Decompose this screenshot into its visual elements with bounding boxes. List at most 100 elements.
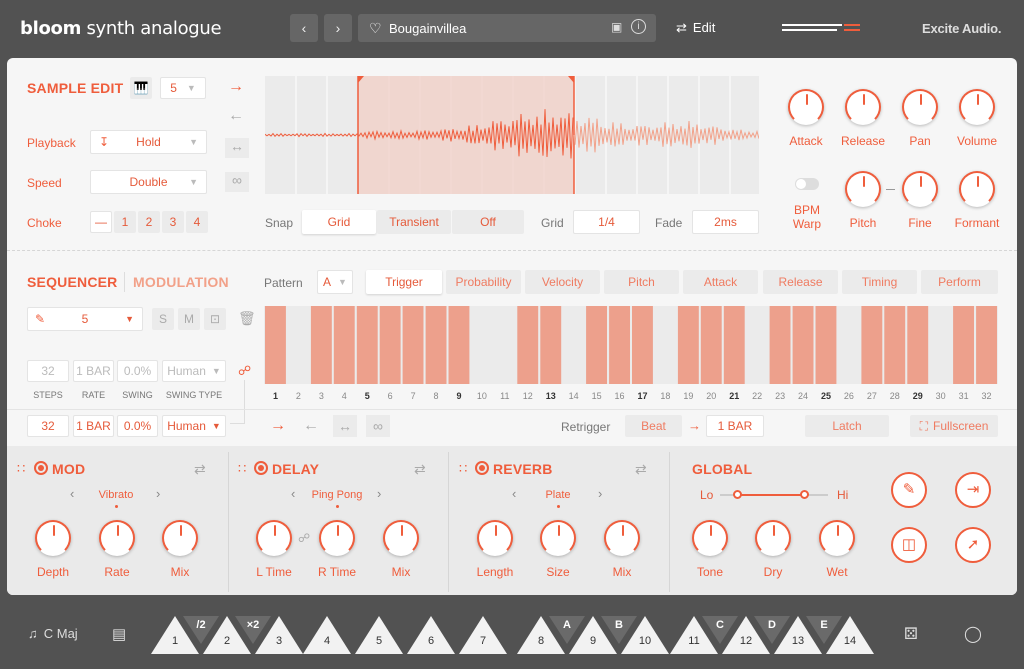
choke-option[interactable]: 3 (162, 211, 184, 233)
delay-power-icon[interactable] (254, 461, 268, 475)
pitch-knob[interactable] (845, 171, 881, 207)
step-16[interactable] (609, 306, 630, 384)
reverb-mix-knob[interactable] (604, 520, 640, 556)
step-31[interactable] (953, 306, 974, 384)
compass-icon[interactable]: ➚ (955, 527, 991, 563)
step-24[interactable] (792, 306, 814, 384)
step-26[interactable] (838, 306, 860, 384)
edit-button[interactable]: ⇄ Edit (676, 20, 715, 36)
wet-knob[interactable] (819, 520, 855, 556)
speaker-icon[interactable]: ◫ (891, 527, 927, 563)
mod-prev-icon[interactable]: ‹ (70, 486, 74, 501)
delay-mix-knob[interactable] (383, 520, 419, 556)
step-11[interactable] (494, 306, 516, 384)
choke-option[interactable]: 4 (186, 211, 208, 233)
choke-option[interactable]: — (90, 211, 112, 233)
play-forward-icon[interactable]: → (228, 78, 244, 96)
metronome-icon[interactable]: ◯ (964, 624, 982, 644)
tab-probability[interactable]: Probability (446, 270, 521, 294)
step-17[interactable] (632, 306, 653, 384)
speed-select[interactable]: Double ▼ (90, 170, 207, 194)
preset-selector[interactable]: ♡ Bougainvillea ▣ i (358, 14, 656, 42)
mod-power-icon[interactable] (34, 461, 48, 475)
snap-off-button[interactable]: Off (452, 210, 524, 234)
step-25[interactable] (815, 306, 837, 384)
release-knob[interactable] (845, 89, 881, 125)
step-27[interactable] (861, 306, 883, 384)
tab-pitch[interactable]: Pitch (604, 270, 679, 294)
snap-transient-button[interactable]: Transient (377, 210, 451, 234)
step-12[interactable] (517, 306, 539, 384)
delay-type[interactable]: Ping Pong (301, 489, 373, 501)
steps-input[interactable]: 32 (27, 415, 69, 437)
mod-type[interactable]: Vibrato (80, 489, 152, 501)
r-time-knob[interactable] (319, 520, 355, 556)
output-meter[interactable] (782, 24, 862, 32)
step-21[interactable] (723, 306, 745, 384)
playback-select[interactable]: ↧ Hold ▼ (90, 130, 207, 154)
fade-value[interactable]: 2ms (692, 210, 759, 234)
pan-knob[interactable] (902, 89, 938, 125)
step-18[interactable] (654, 306, 676, 384)
drag-handle-icon[interactable]: ∷ (459, 461, 467, 477)
reverb-type[interactable]: Plate (522, 489, 594, 501)
step-32[interactable] (976, 306, 997, 384)
choke-option[interactable]: 2 (138, 211, 160, 233)
solo-button[interactable]: S (152, 308, 174, 330)
step-30[interactable] (930, 306, 952, 384)
dry-knob[interactable] (755, 520, 791, 556)
voice-count-select[interactable]: 5 ▼ (160, 77, 206, 99)
bpm-warp-toggle[interactable] (795, 178, 819, 190)
pattern-select[interactable]: A ▼ (317, 270, 353, 294)
tab-perform[interactable]: Perform (921, 270, 998, 294)
choke-option[interactable]: 1 (114, 211, 136, 233)
keyboard-icon[interactable]: 🎹 (130, 77, 152, 99)
snap-grid-button[interactable]: Grid (302, 210, 376, 234)
waveform-display[interactable] (265, 76, 759, 194)
prev-preset-button[interactable]: ‹ (290, 14, 318, 42)
step-6[interactable] (379, 306, 401, 384)
info-icon[interactable]: i (631, 19, 646, 34)
export-icon[interactable]: ⇥ (955, 472, 991, 508)
step-19[interactable] (677, 306, 699, 384)
seq-forward-icon[interactable]: → (270, 417, 286, 435)
step-8[interactable] (425, 306, 447, 384)
delay-prev-icon[interactable]: ‹ (291, 486, 295, 501)
rate-knob[interactable] (99, 520, 135, 556)
humanize-icon[interactable]: ✎ (891, 472, 927, 508)
drag-handle-icon[interactable]: ∷ (238, 461, 246, 477)
swap-icon[interactable]: ⇄ (635, 461, 647, 478)
reverb-power-icon[interactable] (475, 461, 489, 475)
retrigger-select[interactable]: Beat (625, 415, 682, 437)
randomize-icon[interactable]: ⊡ (204, 308, 226, 330)
step-3[interactable] (310, 306, 332, 384)
save-icon[interactable]: ▣ (611, 20, 622, 34)
mod-mix-knob[interactable] (162, 520, 198, 556)
step-9[interactable] (448, 306, 470, 384)
key-scale-selector[interactable]: ♫ C Maj (28, 626, 78, 641)
rate-input[interactable]: 1 BAR (73, 415, 114, 437)
step-7[interactable] (402, 306, 424, 384)
volume-knob[interactable] (959, 89, 995, 125)
tab-attack[interactable]: Attack (683, 270, 758, 294)
seq-pingpong-icon[interactable]: ↔ (333, 415, 357, 437)
step-29[interactable] (907, 306, 929, 384)
delay-next-icon[interactable]: › (377, 486, 381, 501)
length-knob[interactable] (477, 520, 513, 556)
step-22[interactable] (746, 306, 768, 384)
drag-handle-icon[interactable]: ∷ (17, 461, 25, 477)
step-5[interactable] (356, 306, 378, 384)
step-14[interactable] (563, 306, 585, 384)
seq-reverse-icon[interactable]: ← (303, 417, 319, 435)
fullscreen-button[interactable]: ⛶ Fullscreen (910, 415, 998, 437)
step-13[interactable] (540, 306, 562, 384)
sequencer-tab[interactable]: SEQUENCER (27, 274, 117, 290)
modulation-tab[interactable]: MODULATION (133, 274, 229, 290)
l-time-knob[interactable] (256, 520, 292, 556)
mute-button[interactable]: M (178, 308, 200, 330)
heart-icon[interactable]: ♡ (369, 20, 382, 37)
step-4[interactable] (333, 306, 355, 384)
step-2[interactable] (287, 306, 309, 384)
layout-icon[interactable]: ▤ (112, 625, 128, 643)
next-preset-button[interactable]: › (324, 14, 352, 42)
